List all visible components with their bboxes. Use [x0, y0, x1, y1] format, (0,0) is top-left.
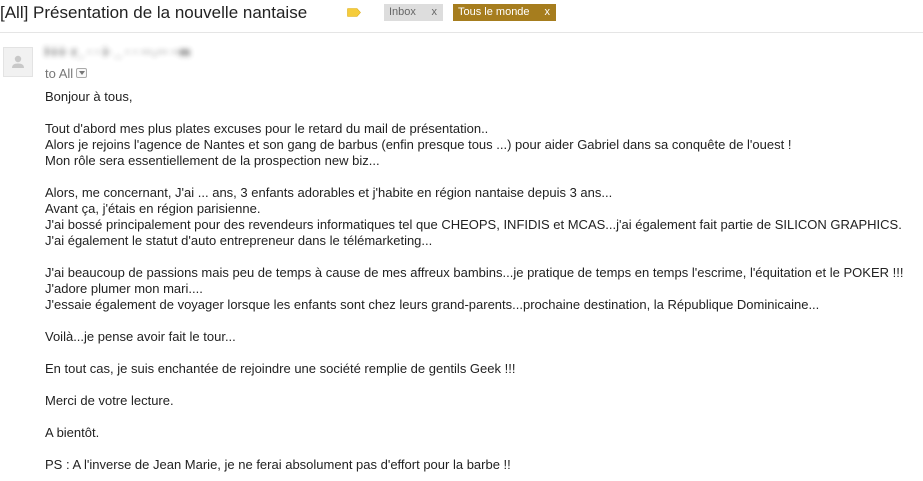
chevron-down-icon: [79, 71, 86, 75]
avatar[interactable]: [3, 47, 33, 77]
sender-name[interactable]: l∙i∙i∙ r_ ∙ ∙ i∙ _ ∙ ∙ ∙∙∙.∙∙∙ ∙∙m: [45, 44, 315, 60]
email-subject: [All] Présentation de la nouvelle nantai…: [0, 3, 308, 22]
message-line: J'essaie également de voyager lorsque le…: [45, 297, 820, 312]
label-tag-icon[interactable]: [347, 8, 361, 17]
remove-label-inbox-button[interactable]: x: [432, 4, 438, 21]
label-chip-tous-le-monde: Tous le monde x: [453, 4, 556, 21]
person-icon: [12, 55, 24, 68]
message-line: J'ai également le statut d'auto entrepre…: [45, 233, 433, 248]
message-line: Tout d'abord mes plus plates excuses pou…: [45, 121, 489, 136]
message-line: Avant ça, j'étais en région parisienne.: [45, 201, 261, 216]
remove-label-tous-le-monde-button[interactable]: x: [545, 4, 551, 21]
recipients-line: to All: [45, 66, 88, 82]
email-header: [All] Présentation de la nouvelle nantai…: [0, 0, 923, 26]
label-chip-inbox-text: Inbox: [389, 6, 416, 18]
message-line: PS : A l'inverse de Jean Marie, je ne fe…: [45, 457, 511, 472]
message-line: Merci de votre lecture.: [45, 393, 174, 408]
recipients-text: to All: [45, 66, 74, 81]
message-line: Alors je rejoins l'agence de Nantes et s…: [45, 137, 792, 152]
message-paragraph: PS : A l'inverse de Jean Marie, je ne fe…: [45, 457, 923, 473]
message-line: En tout cas, je suis enchantée de rejoin…: [45, 361, 516, 376]
message-paragraph: J'ai beaucoup de passions mais peu de te…: [45, 265, 923, 313]
message-line: Alors, me concernant, J'ai ... ans, 3 en…: [45, 185, 613, 200]
sender-name-text: l∙i∙i∙ r_ ∙ ∙ i∙ _ ∙ ∙ ∙∙∙.∙∙∙ ∙∙m: [45, 45, 191, 59]
message-paragraph: Voilà...je pense avoir fait le tour...: [45, 329, 923, 345]
message-paragraph: Bonjour à tous,: [45, 89, 923, 105]
message-line: Bonjour à tous,: [45, 89, 133, 104]
message-line: J'ai bossé principalement pour des reven…: [45, 217, 902, 232]
message-line: Mon rôle sera essentiellement de la pros…: [45, 153, 380, 168]
message-paragraph: Merci de votre lecture.: [45, 393, 923, 409]
show-details-button[interactable]: [76, 68, 88, 78]
header-divider: [0, 32, 923, 33]
message-paragraph: Alors, me concernant, J'ai ... ans, 3 en…: [45, 185, 923, 249]
message-paragraph: En tout cas, je suis enchantée de rejoin…: [45, 361, 923, 377]
message-line: J'adore plumer mon mari....: [45, 281, 203, 296]
label-chip-tous-le-monde-text: Tous le monde: [458, 6, 530, 18]
message-body: Bonjour à tous, Tout d'abord mes plus pla…: [45, 89, 923, 473]
message-paragraph: A bientôt.: [45, 425, 923, 441]
message-line: A bientôt.: [45, 425, 100, 440]
label-chip-inbox: Inbox x: [384, 4, 443, 21]
message-paragraph: Tout d'abord mes plus plates excuses pou…: [45, 121, 923, 169]
message-line: Voilà...je pense avoir fait le tour...: [45, 329, 236, 344]
message-line: J'ai beaucoup de passions mais peu de te…: [45, 265, 904, 280]
